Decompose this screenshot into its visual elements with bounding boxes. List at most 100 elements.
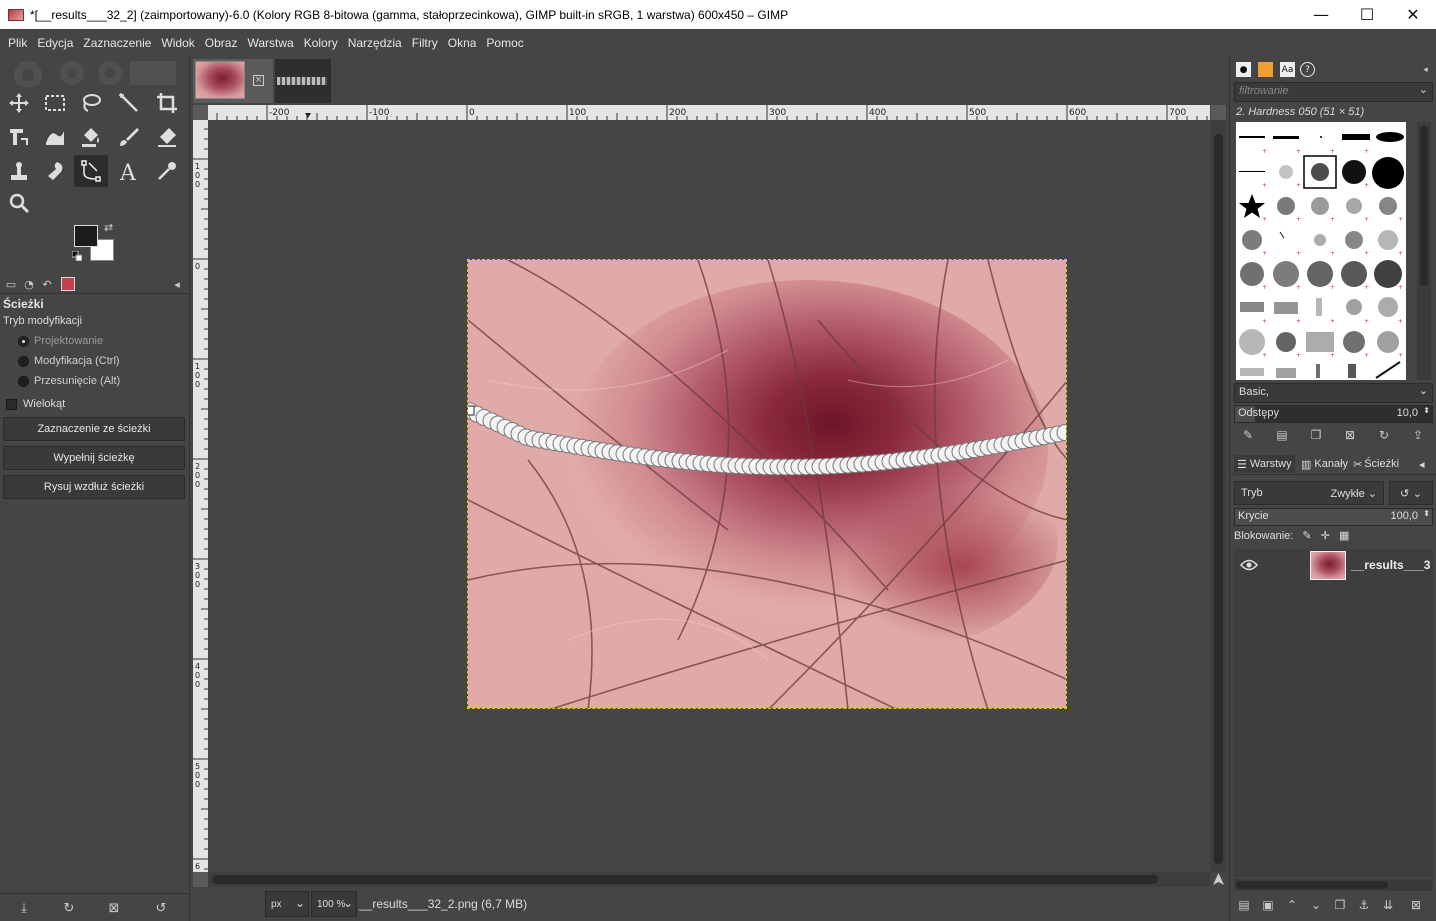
zoom-tool-icon[interactable] <box>2 187 36 219</box>
tab-menu-icon[interactable]: ◂ <box>170 277 184 291</box>
spinner-arrows-icon[interactable]: ⬍ <box>1423 406 1430 415</box>
eraser-tool-icon[interactable] <box>150 121 184 153</box>
lower-layer-icon[interactable]: ⌄ <box>1308 897 1324 913</box>
move-tool-icon[interactable] <box>2 87 36 119</box>
navigate-image-icon[interactable] <box>1211 872 1226 887</box>
layer-list-scrollbar[interactable] <box>1234 879 1433 891</box>
menu-windows[interactable]: Okna <box>443 36 482 50</box>
warp-transform-tool-icon[interactable] <box>38 121 72 153</box>
unified-transform-tool-icon[interactable] <box>2 121 36 153</box>
crop-tool-icon[interactable] <box>150 87 184 119</box>
quick-mask-toggle[interactable] <box>193 872 208 887</box>
close-tab-icon[interactable]: × <box>253 75 264 86</box>
menu-file[interactable]: Plik <box>3 36 32 50</box>
delete-layer-icon[interactable]: ⊠ <box>1408 897 1424 913</box>
layer-list-scroll-thumb[interactable] <box>1236 881 1388 889</box>
lasso-tool-icon[interactable] <box>74 87 108 119</box>
mode-move-radio[interactable]: Przesunięcie (Alt) <box>18 375 120 387</box>
edit-brush-icon[interactable]: ✎ <box>1240 427 1256 443</box>
brush-spacing-spinner[interactable]: Odstępy 10,0 ⬍ <box>1234 405 1433 423</box>
color-picker-tool-icon[interactable] <box>150 155 184 187</box>
path-anchor-handle[interactable] <box>468 405 475 416</box>
selection-from-path-button[interactable]: Zaznaczenie ze ścieżki <box>3 417 185 441</box>
brushes-tab-icon[interactable]: ● <box>1236 62 1251 77</box>
zoom-image-when-window-size-changes-icon[interactable] <box>1211 105 1226 120</box>
new-layer-group-icon[interactable]: ▣ <box>1260 897 1276 913</box>
delete-tool-preset-icon[interactable]: ⊠ <box>106 900 122 916</box>
minimize-button[interactable]: — <box>1298 0 1344 29</box>
save-tool-preset-icon[interactable]: ⤓ <box>16 900 32 916</box>
open-brush-as-image-icon[interactable]: ⇪ <box>1410 427 1426 443</box>
text-tool-icon[interactable]: A <box>112 155 146 187</box>
image-layer-content[interactable] <box>467 259 1067 709</box>
eye-icon[interactable] <box>1240 558 1258 572</box>
maximize-button[interactable]: ☐ <box>1344 0 1390 29</box>
fill-path-button[interactable]: Wypełnij ścieżkę <box>3 446 185 470</box>
tab-channels[interactable]: ▥ Kanały <box>1298 455 1351 473</box>
menu-select[interactable]: Zaznaczenie <box>78 36 156 50</box>
image-tab-current[interactable]: × <box>193 59 273 103</box>
swap-colors-icon[interactable]: ⇄ <box>104 221 113 234</box>
clone-tool-icon[interactable] <box>2 155 36 187</box>
stroke-path-button[interactable]: Rysuj wzdłuż ścieżki <box>3 475 185 499</box>
menu-filters[interactable]: Filtry <box>407 36 443 50</box>
undo-history-tab-icon[interactable]: ↶ <box>40 277 54 291</box>
mode-edit-radio[interactable]: Modyfikacja (Ctrl) <box>18 355 120 367</box>
layer-name[interactable]: __results___3 <box>1351 558 1430 572</box>
layer-opacity-spinner[interactable]: Krycie 100,0 ⬍ <box>1234 508 1433 526</box>
fonts-tab-icon[interactable]: Aa <box>1280 62 1295 77</box>
brush-tag-selector[interactable]: Basic, ⌄ <box>1234 383 1433 403</box>
close-window-button[interactable]: ✕ <box>1390 0 1436 29</box>
restore-tool-preset-icon[interactable]: ↻ <box>61 900 77 916</box>
ruler-corner-menu[interactable] <box>193 105 208 120</box>
refresh-brushes-icon[interactable]: ↻ <box>1376 427 1392 443</box>
polygonal-checkbox[interactable]: Wielokąt <box>6 398 65 410</box>
zoom-selector[interactable]: 100 % ⌄ <box>311 891 357 917</box>
help-tab-icon[interactable]: ? <box>1300 62 1315 77</box>
bucket-fill-tool-icon[interactable] <box>74 121 108 153</box>
delete-brush-icon[interactable]: ⊠ <box>1342 427 1358 443</box>
menu-help[interactable]: Pomoc <box>481 36 528 50</box>
rect-select-tool-icon[interactable] <box>38 87 72 119</box>
layer-mode-selector[interactable]: Tryb Zwykłe ⌄ <box>1234 481 1384 505</box>
lock-alpha-icon[interactable]: ▦ <box>1339 530 1349 542</box>
raise-layer-icon[interactable]: ⌃ <box>1284 897 1300 913</box>
menu-edit[interactable]: Edycja <box>32 36 78 50</box>
images-tab-icon[interactable] <box>61 277 75 291</box>
layer-row[interactable]: __results___3 <box>1234 549 1433 583</box>
vertical-scroll-thumb[interactable] <box>1214 134 1223 864</box>
menu-image[interactable]: Obraz <box>200 36 243 50</box>
image-tab-other[interactable] <box>275 59 331 103</box>
paths-tool-icon[interactable] <box>74 155 108 187</box>
tab-layers[interactable]: ☰ Warstwy <box>1234 455 1295 473</box>
fuzzy-select-tool-icon[interactable] <box>112 87 146 119</box>
menu-view[interactable]: Widok <box>156 36 199 50</box>
menu-tools[interactable]: Narzędzia <box>343 36 407 50</box>
tab-paths[interactable]: ✂ Ścieżki <box>1350 455 1402 473</box>
layer-composite-selector[interactable]: ↺ ⌄ <box>1389 481 1433 505</box>
brush-grid-scrollbar[interactable] <box>1417 122 1431 380</box>
menu-colors[interactable]: Kolory <box>299 36 343 50</box>
menu-layer[interactable]: Warstwa <box>242 36 298 50</box>
layers-tab-menu-icon[interactable]: ◂ <box>1416 455 1428 473</box>
horizontal-scroll-thumb[interactable] <box>212 875 1158 884</box>
duplicate-layer-icon[interactable]: ❐ <box>1332 897 1348 913</box>
new-layer-icon[interactable]: ▤ <box>1236 897 1252 913</box>
device-status-tab-icon[interactable]: ◔ <box>22 277 36 291</box>
image-canvas[interactable] <box>208 120 1210 872</box>
lock-position-icon[interactable]: ✛ <box>1321 530 1330 542</box>
lock-pixels-icon[interactable]: ✎ <box>1302 530 1311 542</box>
patterns-tab-icon[interactable] <box>1258 62 1273 77</box>
paintbrush-tool-icon[interactable] <box>112 121 146 153</box>
reset-tool-options-icon[interactable]: ↺ <box>153 900 169 916</box>
reset-colors-icon[interactable] <box>72 251 82 261</box>
anchor-layer-icon[interactable]: ⚓ <box>1356 897 1372 913</box>
vertical-scrollbar[interactable] <box>1211 120 1226 872</box>
mode-design-radio[interactable]: Projektowanie <box>18 335 103 347</box>
unit-selector[interactable]: px ⌄ <box>265 891 309 917</box>
new-brush-icon[interactable]: ▤ <box>1274 427 1290 443</box>
tool-options-tab-icon[interactable]: ▭ <box>4 277 18 291</box>
spinner-arrows-icon[interactable]: ⬍ <box>1423 509 1430 518</box>
horizontal-scrollbar[interactable] <box>208 872 1210 887</box>
foreground-color-swatch[interactable] <box>74 225 98 247</box>
